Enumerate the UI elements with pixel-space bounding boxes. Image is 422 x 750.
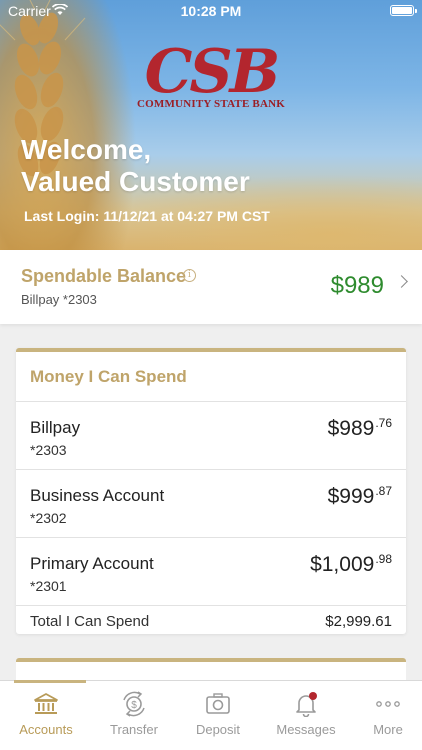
spendable-amount: $989	[330, 272, 384, 299]
active-tab-indicator	[14, 680, 86, 683]
transfer-icon: $	[123, 691, 145, 717]
account-name: Primary Account	[30, 554, 154, 573]
tab-accounts[interactable]: Accounts	[4, 680, 88, 750]
account-row[interactable]: Business Account *2302 $999.87	[16, 470, 406, 538]
bell-icon	[296, 692, 317, 717]
spendable-balance-title: Spendable Balance	[21, 266, 187, 286]
more-dots-icon	[376, 701, 400, 707]
tab-label: Accounts	[19, 722, 73, 737]
total-row: Total I Can Spend $2,999.61	[16, 606, 406, 636]
total-label: Total I Can Spend	[30, 613, 150, 630]
account-name: Billpay	[30, 418, 81, 437]
notification-badge	[309, 692, 317, 700]
battery-icon	[390, 5, 417, 16]
tab-label: Deposit	[195, 722, 241, 737]
account-number: *2301	[30, 578, 67, 594]
account-name: Business Account	[30, 486, 165, 505]
money-i-can-spend-card: Money I Can Spend Billpay *2303 $989.76 …	[16, 348, 406, 634]
spendable-balance-row[interactable]: Spendable Balance i Billpay *2303 $989	[0, 250, 422, 324]
welcome-line-2: Valued Customer	[21, 166, 250, 197]
bank-logo: CSB COMMUNITY STATE BANK	[136, 42, 286, 110]
card-title: Money I Can Spend	[16, 352, 406, 402]
last-login-text: Last Login: 11/12/21 at 04:27 PM CST	[24, 208, 270, 224]
tab-label: Transfer	[110, 722, 158, 737]
account-balance: $999.87	[328, 484, 392, 509]
tab-bar: Accounts $ Transfer Deposit Messages Mor…	[0, 680, 422, 750]
logo-mark: CSB	[144, 37, 281, 107]
account-row[interactable]: Primary Account *2301 $1,009.98	[16, 538, 406, 606]
welcome-line-1: Welcome,	[21, 134, 152, 165]
account-balance: $989.76	[328, 416, 392, 441]
info-icon[interactable]: i	[183, 269, 196, 282]
chevron-right-icon	[395, 275, 408, 288]
tab-messages[interactable]: Messages	[264, 681, 348, 750]
account-row[interactable]: Billpay *2303 $989.76	[16, 402, 406, 470]
camera-icon	[206, 693, 230, 714]
tab-label: Messages	[276, 722, 336, 737]
account-number: *2303	[30, 442, 67, 458]
status-bar: Carrier 10:28 PM	[0, 0, 422, 22]
balance-cents: .98	[375, 552, 392, 566]
clock-time: 10:28 PM	[180, 3, 242, 19]
logo-bank-name: COMMUNITY STATE BANK	[136, 98, 286, 110]
balance-cents: .87	[375, 484, 392, 498]
balance-cents: .76	[375, 416, 392, 430]
spendable-account-label: Billpay *2303	[21, 292, 97, 307]
tab-transfer[interactable]: $ Transfer	[92, 681, 176, 750]
account-balance: $1,009.98	[310, 552, 392, 577]
svg-text:$: $	[131, 700, 137, 711]
balance-dollars: $989	[327, 417, 375, 440]
balance-dollars: $999	[327, 485, 375, 508]
tab-deposit[interactable]: Deposit	[176, 681, 260, 750]
account-number: *2302	[30, 510, 67, 526]
tab-label: More	[373, 722, 403, 737]
balance-dollars: $1,009	[310, 553, 375, 576]
bank-icon	[34, 693, 58, 714]
welcome-heading: Welcome, Valued Customer	[21, 134, 250, 198]
total-value: $2,999.61	[325, 613, 392, 630]
hero-banner: Carrier 10:28 PM CSB COMMUNITY STATE BAN…	[0, 0, 422, 250]
tab-more[interactable]: More	[346, 681, 422, 750]
